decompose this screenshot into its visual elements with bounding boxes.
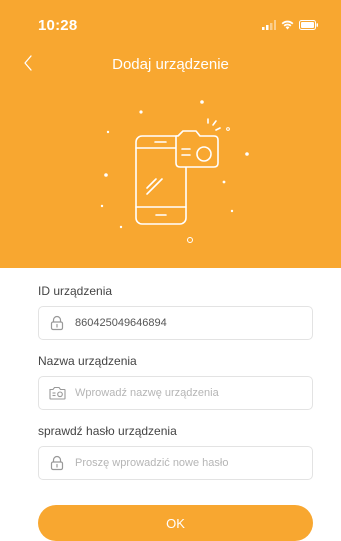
wifi-icon	[281, 20, 294, 30]
signal-icon	[262, 20, 276, 30]
password-field[interactable]	[38, 446, 313, 480]
status-time: 10:28	[38, 17, 78, 34]
page-title: Dodaj urządzenie	[112, 56, 229, 73]
password-input[interactable]	[75, 447, 312, 479]
status-bar: 10:28	[0, 0, 341, 44]
ok-button[interactable]: OK	[38, 505, 313, 541]
device-name-field[interactable]	[38, 376, 313, 410]
device-name-label: Nazwa urządzenia	[38, 354, 137, 368]
battery-icon	[299, 20, 318, 30]
device-id-input[interactable]	[75, 307, 312, 339]
status-icons	[262, 20, 319, 30]
lock-icon	[39, 315, 75, 331]
nav-bar: Dodaj urządzenie	[0, 44, 341, 84]
device-id-label: ID urządzenia	[38, 284, 113, 298]
lock-icon	[39, 455, 75, 471]
camera-icon	[39, 386, 75, 400]
phone-camera-illustration	[100, 100, 249, 243]
device-name-input[interactable]	[75, 377, 312, 409]
header-banner: 10:28 Dodaj urządzenie	[0, 0, 341, 268]
password-label: sprawdź hasło urządzenia	[38, 424, 177, 438]
device-id-field[interactable]	[38, 306, 313, 340]
add-device-form: ID urządzenia Nazwa urządzenia sprawdź h…	[38, 284, 313, 494]
